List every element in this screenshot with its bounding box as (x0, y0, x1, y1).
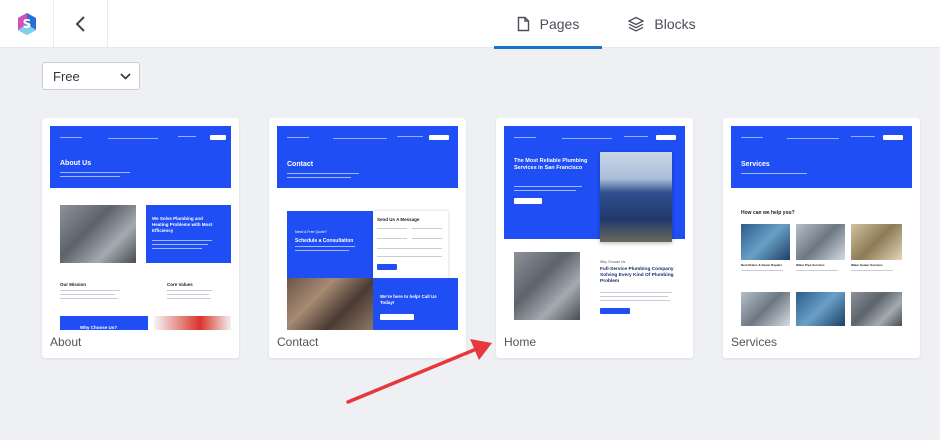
thumb-service-photo (796, 292, 845, 326)
tab-pages[interactable]: Pages (494, 0, 602, 49)
thumb-hero-title: About Us (60, 160, 92, 167)
tab-blocks[interactable]: Blocks (612, 0, 712, 48)
thumb-feature-box (146, 205, 231, 263)
thumb-service-title: Best Drains & Sewer Repairs (741, 263, 783, 267)
thumb-hero-title: Services (741, 161, 770, 168)
thumb-sub-title: Full-Service Plumbing Company Solving Ev… (600, 267, 674, 284)
template-thumbnail-contact: Contact Need A Free Quote? Schedule a Co… (277, 126, 458, 330)
template-thumbnail-home: The Most Reliable Plumbing Services in S… (504, 126, 685, 330)
thumb-service-photo (851, 292, 902, 326)
thumb-sub-small: Why Choose Us (600, 260, 626, 264)
thumb-question: How can we help you? (741, 210, 795, 216)
template-filter-select[interactable]: Free (42, 62, 140, 90)
thumb-service-photo (851, 224, 902, 260)
filter-selected-value: Free (53, 68, 80, 84)
app-logo-icon[interactable]: S (0, 0, 54, 48)
thumb-banner-title: Why Choose Us? (80, 325, 118, 330)
thumb-col1-title: Our Mission (60, 282, 87, 287)
template-card-label: About (50, 335, 82, 349)
layers-icon (628, 16, 645, 32)
template-card-about[interactable]: About Us We Solve Plumbing and Heating P… (42, 118, 239, 358)
template-card-home[interactable]: The Most Reliable Plumbing Services in S… (496, 118, 693, 358)
thumb-feature-title: We Solve Plumbing and Heating Problems w… (152, 216, 213, 233)
thumb-photo (514, 252, 580, 320)
thumb-consult-title: Schedule a Consultation (295, 238, 354, 244)
top-bar: S Pages Blocks (0, 0, 940, 49)
chevron-left-icon (75, 16, 85, 32)
page-icon (517, 16, 529, 32)
thumb-service-photo (741, 292, 790, 326)
tab-blocks-label: Blocks (654, 16, 696, 32)
thumb-hero-title: Contact (287, 161, 314, 168)
template-card-contact[interactable]: Contact Need A Free Quote? Schedule a Co… (269, 118, 466, 358)
svg-text:S: S (22, 17, 31, 31)
thumb-photo (287, 278, 373, 330)
tab-pages-label: Pages (539, 16, 580, 32)
thumb-service-title: Water Pipe Services (796, 263, 825, 267)
thumb-hero-title: The Most Reliable Plumbing Services in S… (514, 158, 588, 171)
thumb-service-photo (796, 224, 845, 260)
thumb-service-title: Water Heater Services (851, 263, 883, 267)
template-card-services[interactable]: Services How can we help you? Best Drain… (723, 118, 920, 358)
thumb-photo-building (600, 152, 672, 242)
template-card-label: Home (504, 335, 537, 349)
chevron-down-icon (120, 72, 131, 80)
thumb-photo-tools (154, 316, 231, 330)
template-card-label: Services (731, 335, 778, 349)
back-button[interactable] (54, 0, 108, 48)
thumb-hero (50, 126, 231, 188)
thumb-col2-title: Core Values (167, 282, 193, 287)
template-thumbnail-services: Services How can we help you? Best Drain… (731, 126, 912, 330)
thumb-cta-title: We're here to help! Call Us Today! (380, 294, 437, 305)
template-thumbnail-about: About Us We Solve Plumbing and Heating P… (50, 126, 231, 330)
thumb-service-photo (741, 224, 790, 260)
active-tab-indicator (494, 46, 602, 49)
thumb-consult-small: Need A Free Quote? (295, 230, 327, 234)
thumb-photo (60, 205, 136, 263)
thumb-form-title: Send Us A Message (377, 217, 420, 222)
template-card-label: Contact (277, 335, 319, 349)
